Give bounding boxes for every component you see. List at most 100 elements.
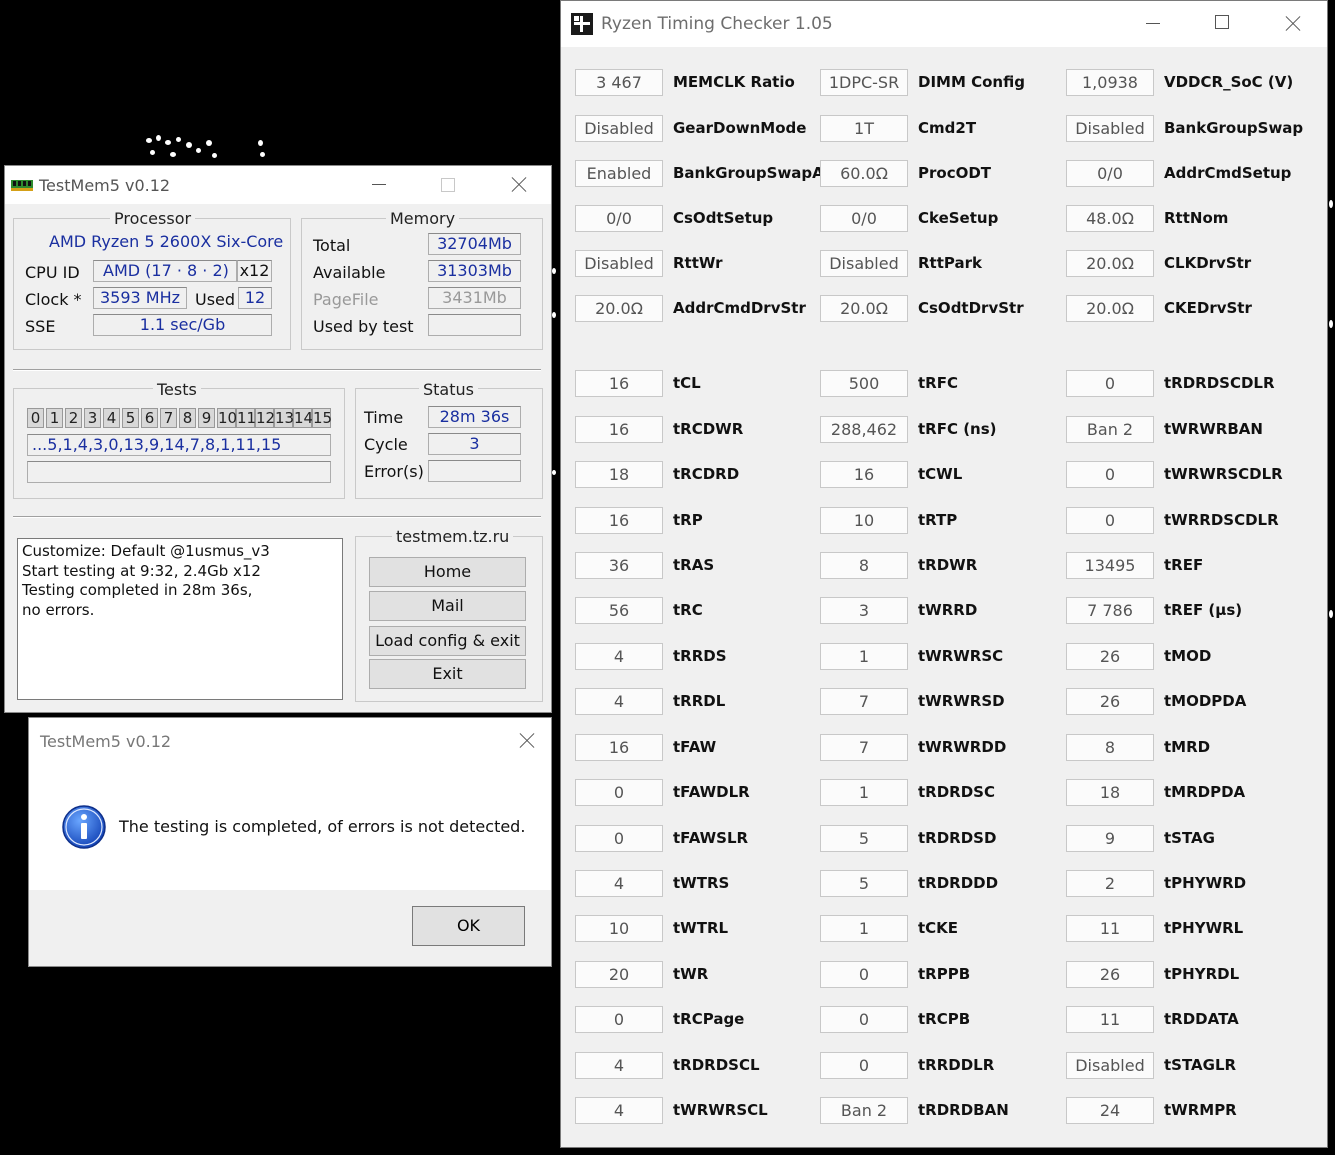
timing-value[interactable]: 5 xyxy=(820,870,908,897)
timing-value[interactable]: 48.0Ω xyxy=(1066,205,1154,232)
close-button[interactable] xyxy=(1257,1,1327,47)
timing-value[interactable]: 0 xyxy=(820,1006,908,1033)
threads-value: x12 xyxy=(237,260,272,282)
timing-value[interactable]: 20.0Ω xyxy=(1066,295,1154,322)
timing-value[interactable]: 0 xyxy=(575,825,663,852)
timing-label: tRCPB xyxy=(918,1010,971,1028)
separator xyxy=(13,516,541,518)
timing-label: tRDDATA xyxy=(1164,1010,1239,1028)
timing-value[interactable]: 1,0938 xyxy=(1066,69,1154,96)
timing-label: Cmd2T xyxy=(918,119,977,137)
test-number: 13 xyxy=(274,408,295,428)
memory-module-icon xyxy=(11,180,33,191)
timing-value[interactable]: 0 xyxy=(1066,461,1154,488)
timing-value[interactable]: 0 xyxy=(1066,370,1154,397)
timing-label: CsOdtSetup xyxy=(673,209,774,227)
timing-value[interactable]: 3 467 xyxy=(575,69,663,96)
timing-value[interactable]: 26 xyxy=(1066,961,1154,988)
timing-value[interactable]: 1 xyxy=(820,643,908,670)
timing-value[interactable]: 1 xyxy=(820,915,908,942)
timing-value[interactable]: 10 xyxy=(575,915,663,942)
timing-value[interactable]: 0 xyxy=(820,961,908,988)
timing-value[interactable]: 18 xyxy=(575,461,663,488)
timing-value[interactable]: 20.0Ω xyxy=(1066,250,1154,277)
log-line: Start testing at 9:32, 2.4Gb x12 xyxy=(22,561,261,580)
timing-value[interactable]: 60.0Ω xyxy=(820,160,908,187)
timing-value[interactable]: 4 xyxy=(575,643,663,670)
timing-value[interactable]: 8 xyxy=(820,552,908,579)
ok-button[interactable]: OK xyxy=(412,906,525,946)
timing-value[interactable]: 4 xyxy=(575,688,663,715)
timing-value[interactable]: 16 xyxy=(575,734,663,761)
timing-value[interactable]: 1 xyxy=(820,779,908,806)
timing-value[interactable]: 16 xyxy=(575,370,663,397)
timing-value[interactable]: 10 xyxy=(820,507,908,534)
timing-value[interactable]: 13495 xyxy=(1066,552,1154,579)
timing-value[interactable]: Enabled xyxy=(575,160,663,187)
log-output[interactable]: Customize: Default @1usmus_v3 Start test… xyxy=(17,538,343,700)
timing-value[interactable]: 0 xyxy=(575,779,663,806)
testmem-titlebar[interactable]: TestMem5 v0.12 xyxy=(5,166,551,204)
mail-button[interactable]: Mail xyxy=(369,591,526,621)
timing-value[interactable]: 4 xyxy=(575,870,663,897)
home-button[interactable]: Home xyxy=(369,557,526,587)
maximize-button[interactable] xyxy=(1187,1,1257,47)
timing-value[interactable]: 288,462 xyxy=(820,416,908,443)
timing-value[interactable]: Disabled xyxy=(1066,115,1154,142)
timing-value[interactable]: 500 xyxy=(820,370,908,397)
timing-value[interactable]: 4 xyxy=(575,1097,663,1124)
timing-value[interactable]: Ban 2 xyxy=(1066,416,1154,443)
timing-value[interactable]: Disabled xyxy=(820,250,908,277)
minimize-button[interactable] xyxy=(1117,1,1187,47)
timing-value[interactable]: 4 xyxy=(575,1052,663,1079)
timing-value[interactable]: 20.0Ω xyxy=(820,295,908,322)
timing-value[interactable]: 36 xyxy=(575,552,663,579)
timing-value[interactable]: Disabled xyxy=(1066,1052,1154,1079)
timing-value[interactable]: 16 xyxy=(575,416,663,443)
load-config-exit-button[interactable]: Load config & exit xyxy=(369,626,526,656)
dialog-close-button[interactable] xyxy=(503,718,551,764)
timing-value[interactable]: 1DPC-SR xyxy=(820,69,908,96)
timing-value[interactable]: 16 xyxy=(575,507,663,534)
timing-value[interactable]: 7 xyxy=(820,688,908,715)
exit-button[interactable]: Exit xyxy=(369,659,526,689)
timing-value[interactable]: 0/0 xyxy=(820,205,908,232)
timing-value[interactable]: 18 xyxy=(1066,779,1154,806)
rtc-titlebar[interactable]: Ryzen Timing Checker 1.05 xyxy=(561,1,1327,47)
timing-value[interactable]: 5 xyxy=(820,825,908,852)
timing-value[interactable]: 26 xyxy=(1066,688,1154,715)
timing-label: tRC xyxy=(673,601,703,619)
timing-value[interactable]: 0 xyxy=(1066,507,1154,534)
timing-value[interactable]: 20.0Ω xyxy=(575,295,663,322)
timing-value[interactable]: 20 xyxy=(575,961,663,988)
timing-value[interactable]: 9 xyxy=(1066,825,1154,852)
timing-value[interactable]: 26 xyxy=(1066,643,1154,670)
timing-value[interactable]: Disabled xyxy=(575,115,663,142)
timing-value[interactable]: 7 xyxy=(820,734,908,761)
timing-label: CLKDrvStr xyxy=(1164,254,1252,272)
timing-value[interactable]: Disabled xyxy=(575,250,663,277)
timing-value[interactable]: 56 xyxy=(575,597,663,624)
tests-group-title: Tests xyxy=(153,380,201,399)
timing-value[interactable]: 0 xyxy=(820,1052,908,1079)
timing-value[interactable]: 11 xyxy=(1066,915,1154,942)
timing-value[interactable]: 24 xyxy=(1066,1097,1154,1124)
timing-label: tRRDS xyxy=(673,647,727,665)
timing-label: tRFC xyxy=(918,374,958,392)
test-number: 2 xyxy=(65,408,82,428)
timing-value[interactable]: 2 xyxy=(1066,870,1154,897)
timing-value[interactable]: 11 xyxy=(1066,1006,1154,1033)
timing-value[interactable]: 0/0 xyxy=(1066,160,1154,187)
timing-value[interactable]: 3 xyxy=(820,597,908,624)
timing-value[interactable]: 16 xyxy=(820,461,908,488)
timing-value[interactable]: 0 xyxy=(575,1006,663,1033)
testmem-minimize-button[interactable] xyxy=(343,166,413,204)
testmem-close-button[interactable] xyxy=(483,166,553,204)
status-group-title: Status xyxy=(419,380,478,399)
timing-value[interactable]: 8 xyxy=(1066,734,1154,761)
timing-value[interactable]: 7 786 xyxy=(1066,597,1154,624)
timing-value[interactable]: Ban 2 xyxy=(820,1097,908,1124)
timing-value[interactable]: 0/0 xyxy=(575,205,663,232)
timing-value[interactable]: 1T xyxy=(820,115,908,142)
timing-label: tRDRDSCL xyxy=(673,1056,760,1074)
